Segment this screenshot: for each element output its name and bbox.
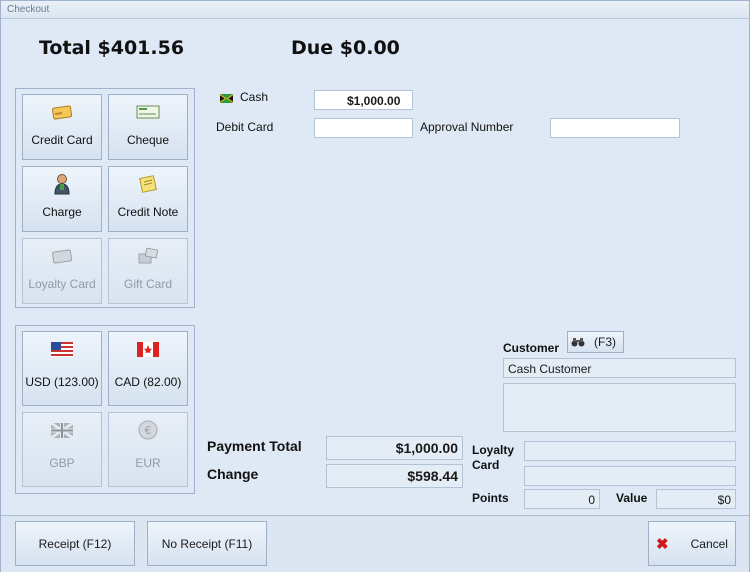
note-icon — [109, 175, 187, 193]
debit-card-label: Debit Card — [216, 120, 274, 134]
approval-number-input[interactable] — [550, 118, 680, 138]
usd-button[interactable]: USD (123.00) — [22, 331, 102, 406]
change-label: Change — [207, 466, 259, 482]
points-label: Points — [472, 491, 509, 505]
credit-card-icon — [23, 103, 101, 121]
eur-button[interactable]: € EUR — [108, 412, 188, 487]
svg-text:€: € — [145, 424, 152, 437]
binoculars-icon — [571, 336, 585, 348]
payment-total-label: Payment Total — [207, 438, 302, 454]
payment-total-value: $1,000.00 — [326, 436, 463, 460]
customer-notes-field — [503, 383, 736, 432]
gift-card-button[interactable]: Gift Card — [108, 238, 188, 304]
due-amount: Due $0.00 — [291, 37, 400, 59]
cad-button[interactable]: CAD (82.00) — [108, 331, 188, 406]
jamaica-flag-icon — [219, 92, 234, 106]
customer-name-field[interactable]: Cash Customer — [503, 358, 736, 378]
points-value: 0 — [524, 489, 600, 509]
canada-flag-icon — [109, 340, 187, 358]
customer-label: Customer — [503, 341, 560, 355]
gift-card-icon — [109, 247, 187, 265]
loyalty-card-label: Loyalty Card — [472, 443, 515, 472]
uk-flag-icon — [23, 421, 101, 439]
customer-lookup-button[interactable]: (F3) — [567, 331, 624, 353]
value-label: Value — [616, 491, 648, 505]
checkout-window: Checkout Total $401.56 Due $0.00 Credit … — [0, 0, 750, 572]
cash-label: Cash — [240, 90, 269, 104]
currency-group: USD (123.00) CAD (82.00) GBP € EUR — [15, 325, 195, 494]
total-amount: Total $401.56 — [39, 37, 185, 59]
us-flag-icon — [23, 340, 101, 358]
cash-amount-input[interactable]: $1,000.00 — [314, 90, 413, 110]
charge-button[interactable]: Charge — [22, 166, 102, 232]
person-icon — [23, 174, 101, 195]
change-value: $598.44 — [326, 464, 463, 488]
loyalty-card-icon — [23, 247, 101, 265]
cancel-button[interactable]: ✖ Cancel — [648, 521, 736, 566]
customer-lookup-label: (F3) — [594, 335, 616, 349]
receipt-button[interactable]: Receipt (F12) — [15, 521, 135, 566]
debit-card-input[interactable] — [314, 118, 413, 138]
loyalty-card-field[interactable] — [524, 441, 736, 461]
loyalty-card-field-2 — [524, 466, 736, 486]
cheque-button[interactable]: Cheque — [108, 94, 188, 160]
tender-group: Credit Card Cheque Charge Credit Note Lo… — [15, 88, 195, 308]
value-value: $0 — [656, 489, 736, 509]
credit-card-button[interactable]: Credit Card — [22, 94, 102, 160]
window-title: Checkout — [1, 1, 749, 19]
loyalty-card-button[interactable]: Loyalty Card — [22, 238, 102, 304]
cheque-icon — [109, 103, 187, 121]
no-receipt-button[interactable]: No Receipt (F11) — [147, 521, 267, 566]
gbp-button[interactable]: GBP — [22, 412, 102, 487]
cancel-label: Cancel — [690, 536, 728, 551]
close-icon: ✖ — [656, 535, 669, 553]
approval-number-label: Approval Number — [420, 120, 514, 134]
euro-icon: € — [109, 420, 187, 440]
credit-note-button[interactable]: Credit Note — [108, 166, 188, 232]
